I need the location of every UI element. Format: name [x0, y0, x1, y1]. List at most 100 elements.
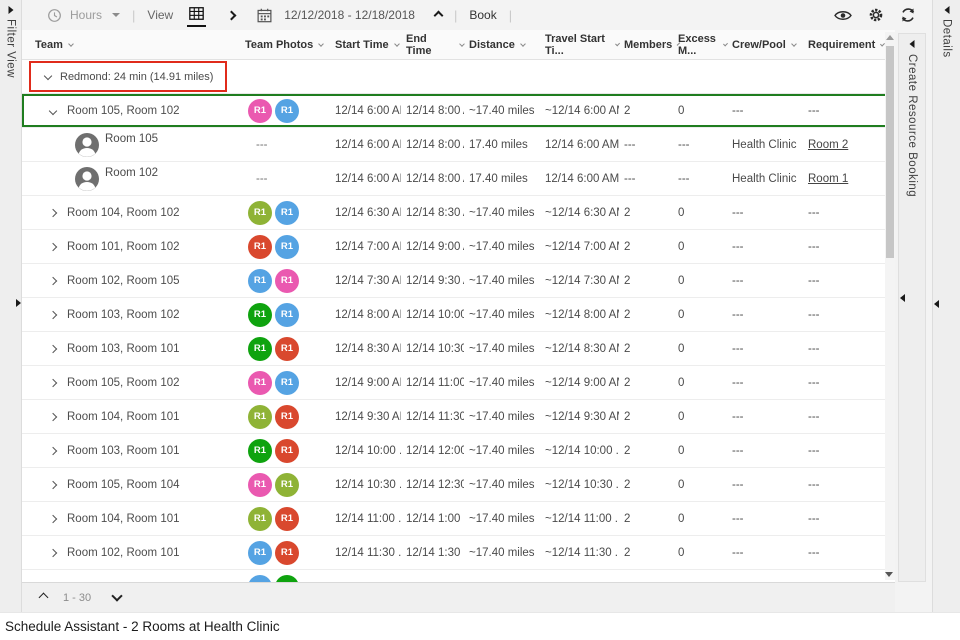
team-row[interactable]: Room 103, Room 101 R1R1 12/14 10:00 ... 12/… [22, 434, 895, 468]
hours-dropdown-caret-icon[interactable] [112, 13, 121, 17]
date-range-label[interactable]: 12/12/2018 - 12/18/2018 [284, 8, 415, 22]
column-header-crew-pool[interactable]: Crew/Pool [727, 30, 803, 59]
team-row[interactable]: Room 103, Room 102 R1R1 12/14 8:00 AM 12/14… [22, 298, 895, 332]
team-photo-badge[interactable]: R1 [275, 336, 299, 361]
row-expand-chevron-icon[interactable] [48, 208, 58, 217]
row-expand-chevron-icon[interactable] [48, 106, 58, 115]
requirement-cell: --- [803, 298, 884, 331]
create-booking-toggle-icon[interactable] [909, 40, 915, 48]
page-down-button[interactable] [111, 589, 123, 602]
column-header-start-time[interactable]: Start Time [330, 30, 401, 59]
team-row[interactable]: Room 105, Room 102 R1R1 12/14 9:00 AM 12/14… [22, 366, 895, 400]
team-row[interactable]: Room 101, Room 102 R1R1 12/14 7:00 AM 12/14… [22, 230, 895, 264]
resource-row[interactable]: Room 102 --- 12/14 6:00 AM 12/14 8:00 AM 17.… [22, 162, 895, 196]
team-photo-badge[interactable]: R1 [275, 574, 299, 582]
crew-pool-value: --- [732, 342, 744, 355]
resource-row[interactable]: Room 105 --- 12/14 6:00 AM 12/14 8:00 AM 17.… [22, 128, 895, 162]
team-photo-badge[interactable]: R1 [248, 438, 272, 463]
team-photo-badge[interactable]: R1 [248, 200, 272, 225]
resource-name: Room 102 [105, 167, 159, 179]
row-expand-chevron-icon[interactable] [48, 276, 58, 285]
team-row[interactable]: Room 102, Room 101 R1 R1 12/14 11:30 ... 12/… [22, 536, 895, 570]
view-grid-button[interactable] [187, 4, 207, 27]
team-row[interactable]: Room 104, Room 101 R1R1 12/14 9:30 AM 12/14… [22, 400, 895, 434]
scrollbar-up-icon[interactable] [886, 35, 894, 40]
team-photo-badge[interactable]: R1 [248, 370, 272, 395]
left-splitter-handle-icon[interactable] [16, 299, 21, 307]
team-photo-badge[interactable]: R1 [248, 336, 272, 361]
previous-range-button[interactable] [226, 10, 237, 20]
details-toggle-icon[interactable] [944, 6, 949, 14]
team-row[interactable]: Room 104, Room 102 R1R1 12/14 6:30 AM 12/14… [22, 196, 895, 230]
eye-icon[interactable] [834, 9, 852, 22]
row-expand-chevron-icon[interactable] [48, 412, 58, 421]
row-expand-chevron-icon[interactable] [48, 344, 58, 353]
distance-value: ~17.40 miles [469, 478, 535, 491]
team-row[interactable]: Room 103, Room 101 R1R1 12/14 8:30 AM 12/14… [22, 332, 895, 366]
team-photo-badge[interactable]: R1 [248, 472, 272, 497]
filter-panel-toggle-icon[interactable] [8, 6, 13, 14]
team-photo-badge[interactable]: R1 [248, 404, 272, 429]
column-header-distance[interactable]: Distance [464, 30, 540, 59]
team-photo-badge[interactable]: R1 [248, 234, 272, 259]
group-row-redmond[interactable]: Redmond: 24 min (14.91 miles) [22, 60, 895, 94]
team-photo-badge[interactable]: R1 [248, 540, 272, 565]
team-photo-badge[interactable]: R1 [275, 540, 299, 565]
team-row[interactable]: Room 105, Room 102 R1R1 12/14 6:00 AM 12/14… [22, 94, 895, 128]
row-expand-chevron-icon[interactable] [48, 310, 58, 319]
column-header-team-photos[interactable]: Team Photos [240, 30, 330, 59]
team-photo-badge[interactable]: R1 [248, 574, 272, 582]
column-header-requirement[interactable]: Requirement [803, 30, 886, 59]
team-photo-badge[interactable]: R1 [275, 200, 299, 225]
details-splitter-handle-icon[interactable] [934, 300, 939, 308]
team-photo-badge[interactable]: R1 [248, 506, 272, 531]
team-photo-badge[interactable]: R1 [275, 472, 299, 497]
scrollbar-down-icon[interactable] [885, 572, 893, 577]
team-photo-badge[interactable]: R1 [275, 98, 299, 123]
team-row[interactable]: Room 102, Room 105 R1R1 12/14 7:30 AM 12/14… [22, 264, 895, 298]
team-photo-badge[interactable]: R1 [248, 302, 272, 327]
distance-cell [464, 570, 540, 582]
team-photo-badge[interactable]: R1 [275, 506, 299, 531]
settings-icon[interactable] [868, 7, 884, 23]
requirement-cell: --- [803, 434, 884, 467]
team-row[interactable]: R1R1 [22, 570, 895, 582]
refresh-icon[interactable] [900, 7, 916, 23]
crew-pool-cell: --- [727, 502, 803, 535]
column-header-travel-start-ti[interactable]: Travel Start Ti... [540, 30, 620, 59]
requirement-link[interactable]: Room 2 [808, 139, 848, 151]
row-expand-chevron-icon[interactable] [48, 480, 58, 489]
row-expand-chevron-icon[interactable] [48, 514, 58, 523]
team-photo-badge[interactable]: R1 [275, 302, 299, 327]
team-photo-badge[interactable]: R1 [275, 438, 299, 463]
team-row[interactable]: Room 105, Room 104 R1R1 12/14 10:30 ... 12/… [22, 468, 895, 502]
scrollbar-thumb[interactable] [886, 46, 894, 258]
team-photo-badge[interactable]: R1 [275, 370, 299, 395]
column-header-members[interactable]: Members [619, 30, 681, 59]
team-name: Room 103, Room 102 [67, 308, 180, 321]
create-resource-booking-panel[interactable]: Create Resource Booking [898, 33, 926, 582]
row-expand-chevron-icon[interactable] [48, 548, 58, 557]
crew-pool-value: --- [732, 444, 744, 457]
vertical-scrollbar[interactable] [885, 32, 895, 580]
column-header-label: Team [35, 38, 63, 51]
team-photo-badge[interactable]: R1 [275, 404, 299, 429]
column-header-excess-m[interactable]: Excess M... [673, 30, 728, 59]
column-header-team[interactable]: Team [22, 30, 240, 59]
team-photo-badge[interactable]: R1 [248, 98, 272, 123]
book-button[interactable]: Book [469, 8, 496, 22]
row-expand-chevron-icon[interactable] [48, 242, 58, 251]
column-header-end-time[interactable]: End Time [401, 30, 465, 59]
row-expand-chevron-icon[interactable] [48, 378, 58, 387]
page-up-button[interactable] [38, 592, 49, 603]
group-expand-chevron-icon[interactable] [43, 71, 53, 80]
team-photo-badge[interactable]: R1 [275, 234, 299, 259]
row-expand-chevron-icon[interactable] [48, 446, 58, 455]
requirement-cell [803, 570, 884, 582]
next-range-button[interactable] [433, 10, 444, 20]
team-row[interactable]: Room 104, Room 101 R1 R1 12/14 11:00 ... 12/… [22, 502, 895, 536]
requirement-link[interactable]: Room 1 [808, 173, 848, 185]
create-splitter-handle-icon[interactable] [900, 294, 905, 302]
team-photo-badge[interactable]: R1 [275, 268, 299, 293]
team-photo-badge[interactable]: R1 [248, 268, 272, 293]
